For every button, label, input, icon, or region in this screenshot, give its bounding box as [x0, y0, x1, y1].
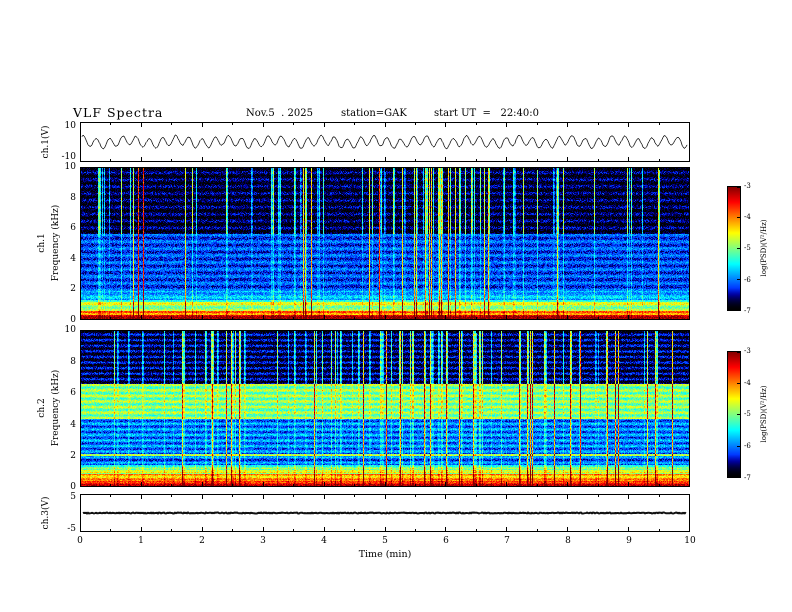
xtick: 5: [382, 536, 388, 546]
wave3-ytick-max: 5: [70, 492, 76, 502]
spec1-channel-label: ch.1: [37, 233, 47, 253]
wave1-ytick-min: -10: [61, 152, 77, 162]
cbar2-tick: -6: [744, 442, 751, 450]
xtick: 9: [626, 536, 632, 546]
cbar2-tick: -5: [744, 410, 751, 418]
colorbar-ch1-canvas: [727, 186, 741, 311]
spec2-ytick: 0: [70, 482, 76, 492]
xtick: 2: [199, 536, 205, 546]
xtick: 7: [504, 536, 510, 546]
ch1-spectrogram-canvas: [80, 167, 690, 320]
ch3-waveform-canvas: [80, 494, 690, 532]
spec2-frequency-axis-label: Frequency (kHz): [51, 369, 61, 447]
cbar2-tick: -7: [744, 474, 751, 482]
spec2-channel-label: ch.2: [37, 398, 47, 418]
xtick: 0: [77, 536, 83, 546]
spec2-ytick: 10: [64, 325, 76, 335]
colorbar-ch2-canvas: [727, 351, 741, 478]
wave1-ytick-max: 10: [64, 121, 76, 131]
cbar1-tick: -3: [744, 182, 751, 190]
time-axis-label: Time (min): [358, 549, 412, 560]
spec2-ytick: 2: [70, 451, 76, 461]
spec1-ytick: 8: [70, 193, 76, 203]
spec1-ytick: 4: [70, 254, 76, 264]
cbar2-tick: -4: [744, 379, 751, 387]
cbar1-tick: -6: [744, 276, 751, 284]
cbar2-tick: -3: [744, 347, 751, 355]
start-ut-label: start UT = 22:40:0: [434, 108, 540, 119]
cbar1-tick: -5: [744, 244, 751, 252]
xtick: 3: [260, 536, 266, 546]
date-label: Nov.5 . 2025: [246, 108, 313, 119]
ch1-waveform-canvas: [80, 122, 690, 162]
xtick: 4: [321, 536, 327, 546]
spec1-ytick: 0: [70, 315, 76, 325]
spec2-ytick: 8: [70, 357, 76, 367]
spec1-ytick: 2: [70, 284, 76, 294]
xtick: 10: [684, 536, 696, 546]
cbar1-tick: -4: [744, 213, 751, 221]
vlf-spectra-figure: VLF Spectra Nov.5 . 2025 station=GAK sta…: [0, 0, 792, 612]
cbar1-tick: -7: [744, 307, 751, 315]
wave3-ytick-min: -5: [67, 524, 76, 534]
spec1-frequency-axis-label: Frequency (kHz): [51, 204, 61, 282]
spec1-ytick: 10: [64, 162, 76, 172]
spec2-ytick: 4: [70, 420, 76, 430]
xtick: 6: [443, 536, 449, 546]
xtick: 8: [565, 536, 571, 546]
xtick: 1: [138, 536, 144, 546]
station-label: station=GAK: [341, 108, 407, 119]
page-title: VLF Spectra: [73, 105, 164, 120]
spec1-ytick: 6: [70, 223, 76, 233]
ch2-spectrogram-canvas: [80, 330, 690, 487]
spec2-ytick: 6: [70, 388, 76, 398]
